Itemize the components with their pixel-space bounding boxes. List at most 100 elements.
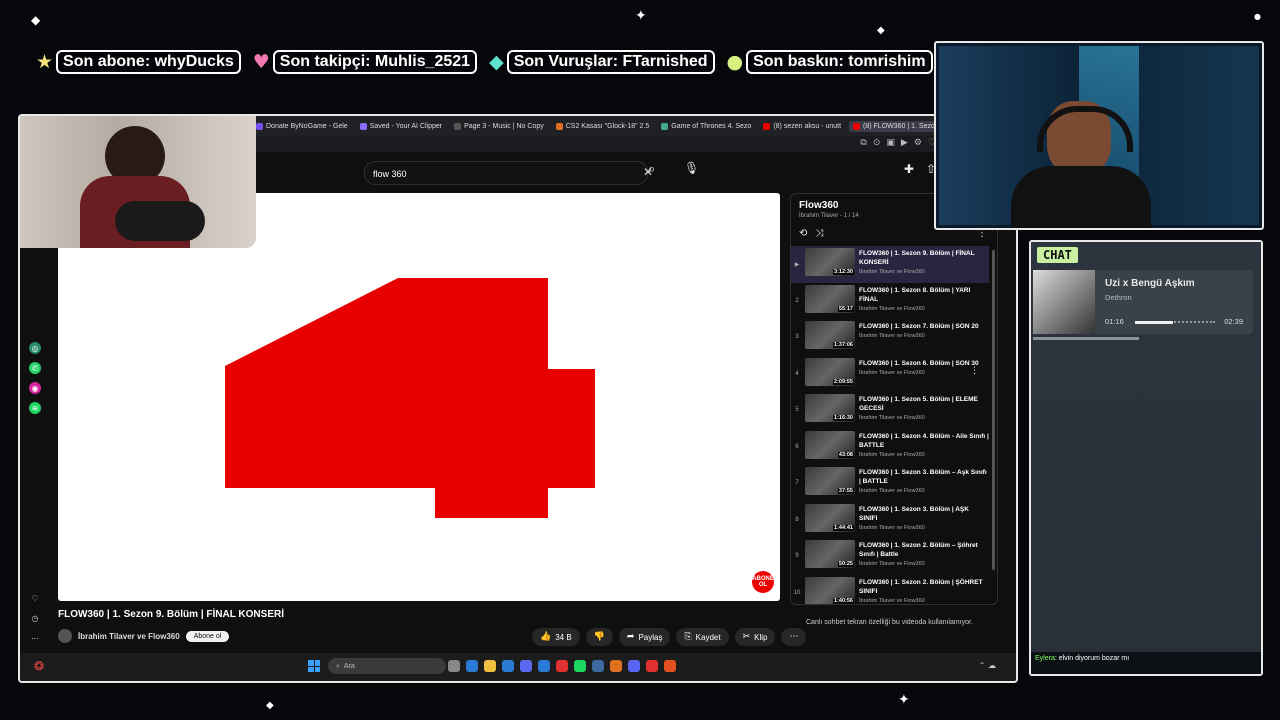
tab-favicon-icon [256, 122, 263, 130]
taskbar-app-icon[interactable] [592, 660, 604, 672]
browser-tab[interactable]: CS2 Kasası "Glock-18" 2.5 [552, 121, 654, 132]
like-button[interactable]: 👍 34 B [532, 628, 580, 646]
playlist-item-thumbnail[interactable]: 55:17 [805, 284, 855, 313]
heart-icon[interactable]: ♡ [29, 592, 41, 604]
taskbar-app-icon[interactable] [448, 660, 460, 672]
extension-icon[interactable]: ⧉ [860, 138, 866, 148]
chatgpt-icon[interactable]: ◎ [29, 342, 41, 354]
browser-tab[interactable]: (8) sezen aksu - unutt [759, 121, 845, 132]
video-player[interactable]: ABONE OL [58, 193, 780, 601]
browser-tab[interactable]: Game of Thrones 4. Sezo [657, 121, 755, 132]
loop-icon[interactable]: ⟲ [799, 228, 807, 239]
taskbar-app-icon[interactable] [520, 660, 532, 672]
taskbar-search[interactable]: ⌕ Ara [328, 658, 446, 674]
whatsapp-icon[interactable]: ✆ [29, 362, 41, 374]
channel-name[interactable]: İbrahim Tilaver ve Flow360 [78, 632, 180, 641]
playlist-item[interactable]: 2 55:17 FLOW360 | 1. Sezon 8. Bölüm | YARI… [791, 283, 989, 320]
share-button[interactable]: ➦ Paylaş [618, 628, 671, 646]
playlist-item-thumbnail[interactable]: 37:55 [805, 467, 855, 495]
shuffle-icon[interactable]: ⤨ [815, 228, 823, 239]
song-artist: Dethron [1105, 293, 1132, 302]
playlist-title[interactable]: Flow360 [799, 200, 859, 211]
guitar [115, 201, 205, 241]
spotify-icon[interactable]: ≋ [29, 402, 41, 414]
microphone-icon[interactable]: 🎙 [684, 161, 699, 175]
taskbar-app-icon[interactable] [538, 660, 550, 672]
taskbar-app-icon[interactable] [646, 660, 658, 672]
alert-pill: Son baskın: tomrishim [746, 50, 933, 74]
playlist-item[interactable]: ▶ 3:12:30 FLOW360 | 1. Sezon 9. Bölüm | Fİ… [791, 246, 989, 283]
taskbar-app-icon[interactable] [466, 660, 478, 672]
taskbar-app-icon[interactable] [610, 660, 622, 672]
windows-taskbar: ❂ ⌕ Ara ⌃ ☁ [20, 653, 1016, 681]
playlist-item-menu-icon[interactable]: ⋮ [970, 366, 979, 376]
taskbar-app-icon[interactable] [502, 660, 514, 672]
clip-button[interactable]: ✂ Klip [734, 628, 776, 646]
playlist-item-index: 9 [795, 553, 799, 559]
subscribe-button[interactable]: Abone ol [185, 630, 230, 642]
alert-pill: Son takipçi: Muhlis_2521 [272, 50, 478, 74]
playlist-item-thumbnail[interactable]: 1:37:06 [805, 321, 855, 349]
playlist-item-title[interactable]: FLOW360 | 1. Sezon 9. Bölüm | FİNAL KONS… [859, 249, 989, 267]
playlist-item[interactable]: 3 1:37:06 FLOW360 | 1. Sezon 7. Bölüm | SO… [791, 319, 989, 356]
playlist-item-channel: İbrahim Tilaver ve Flow360 [859, 415, 925, 421]
browser-tab[interactable]: Page 3 - Music | No Copy [450, 121, 548, 132]
taskbar-app-icon[interactable] [556, 660, 568, 672]
playlist-item[interactable]: 4 2:09:55 FLOW360 | 1. Sezon 6. Bölüm | SO… [791, 356, 989, 393]
chat-message-text: : elvin diyorum bozar mı [1054, 655, 1130, 662]
search-input[interactable] [365, 162, 615, 186]
widgets-icon[interactable]: ❂ [34, 659, 44, 673]
star-icon: ★ [36, 51, 54, 73]
instagram-icon[interactable]: ◉ [29, 382, 41, 394]
playlist-item-thumbnail[interactable]: 1:16:30 [805, 394, 855, 422]
playlist-item-title[interactable]: FLOW360 | 1. Sezon 7. Bölüm | SON 20 [859, 322, 989, 331]
extension-icon[interactable]: ▶ [901, 138, 908, 148]
extension-icon[interactable]: ⚙ [914, 138, 922, 148]
playlist-item-title[interactable]: FLOW360 | 1. Sezon 2. Bölüm – Şöhret Sın… [859, 541, 989, 559]
taskbar-app-icon[interactable] [664, 660, 676, 672]
playlist-item[interactable]: 6 43:08 FLOW360 | 1. Sezon 4. Bölüm - Aile… [791, 429, 989, 466]
playlist-item-title[interactable]: FLOW360 | 1. Sezon 8. Bölüm | YARI FİNAL [859, 286, 989, 304]
taskbar-app-icon[interactable] [484, 660, 496, 672]
playlist-item[interactable]: 9 50:25 FLOW360 | 1. Sezon 2. Bölüm – Şöhr… [791, 538, 989, 575]
more-icon[interactable]: ⋯ [29, 632, 41, 644]
diamond-icon: ◆ [489, 51, 504, 73]
stream-alerts-bar: ★ Son abone: whyDucks ♥ Son takipçi: Muhlis… [36, 50, 945, 74]
playlist-item-index: 8 [795, 516, 799, 523]
chat-panel: CHAT Uzi x Bengü Aşkım Dethron 01:16 02:… [1029, 240, 1263, 676]
dislike-button[interactable]: 👎 [585, 628, 613, 646]
taskbar-app-icon[interactable] [628, 660, 640, 672]
playlist-item-thumbnail[interactable]: 2:09:55 [805, 357, 855, 386]
playlist-item-title[interactable]: FLOW360 | 1. Sezon 3. Bölüm | AŞK SINIFI [859, 505, 989, 523]
playlist-scrollbar[interactable] [992, 250, 995, 570]
playlist-item-title[interactable]: FLOW360 | 1. Sezon 4. Bölüm - Aile Sınıf… [859, 432, 989, 450]
guitar-player-webcam [20, 116, 256, 248]
save-button[interactable]: ⎘ Kaydet [676, 628, 729, 646]
playlist-item-title[interactable]: FLOW360 | 1. Sezon 5. Bölüm | ELEME GECE… [859, 395, 989, 413]
system-tray[interactable]: ⌃ ☁ [979, 661, 996, 670]
windows-start-icon[interactable] [308, 660, 320, 672]
channel-avatar[interactable] [58, 629, 72, 643]
playlist-item[interactable]: 10 1:40:56 FLOW360 | 1. Sezon 2. Bölüm | Ş… [791, 575, 989, 604]
more-actions-button[interactable]: ⋯ [781, 628, 807, 646]
playlist-item-thumbnail[interactable]: 43:08 [805, 430, 855, 459]
browser-tab[interactable]: Donate ByNoGame - Gele [252, 121, 352, 132]
channel-row: İbrahim Tilaver ve Flow360 Abone ol [58, 628, 230, 644]
more-icon: ⋯ [789, 632, 799, 642]
extension-icon[interactable]: ▣ [886, 138, 895, 148]
create-icon[interactable]: ✚ [904, 162, 914, 176]
playlist-item-title[interactable]: FLOW360 | 1. Sezon 3. Bölüm – Aşk Sınıfı… [859, 468, 989, 486]
browser-tab[interactable]: Saved - Your AI Clipper [356, 121, 446, 132]
playlist-item-thumbnail[interactable]: 50:25 [805, 540, 855, 568]
search-icon[interactable]: ⌕ [648, 162, 655, 177]
playlist-item[interactable]: 7 37:55 FLOW360 | 1. Sezon 3. Bölüm – Aşk … [791, 465, 989, 502]
history-icon[interactable]: ◷ [29, 612, 41, 624]
playlist-item-thumbnail[interactable]: 1:40:56 [805, 576, 855, 604]
playlist-item-thumbnail[interactable]: 1:44:41 [805, 503, 855, 532]
playlist-item-title[interactable]: FLOW360 | 1. Sezon 2. Bölüm | ŞÖHRET SIN… [859, 578, 989, 596]
extension-icon[interactable]: ⊙ [873, 138, 881, 148]
playlist-item[interactable]: 8 1:44:41 FLOW360 | 1. Sezon 3. Bölüm | AŞ… [791, 502, 989, 539]
taskbar-app-icon[interactable] [574, 660, 586, 672]
playlist-item-thumbnail[interactable]: 3:12:30 [805, 248, 855, 276]
playlist-item[interactable]: 5 1:16:30 FLOW360 | 1. Sezon 5. Bölüm | EL… [791, 392, 989, 429]
